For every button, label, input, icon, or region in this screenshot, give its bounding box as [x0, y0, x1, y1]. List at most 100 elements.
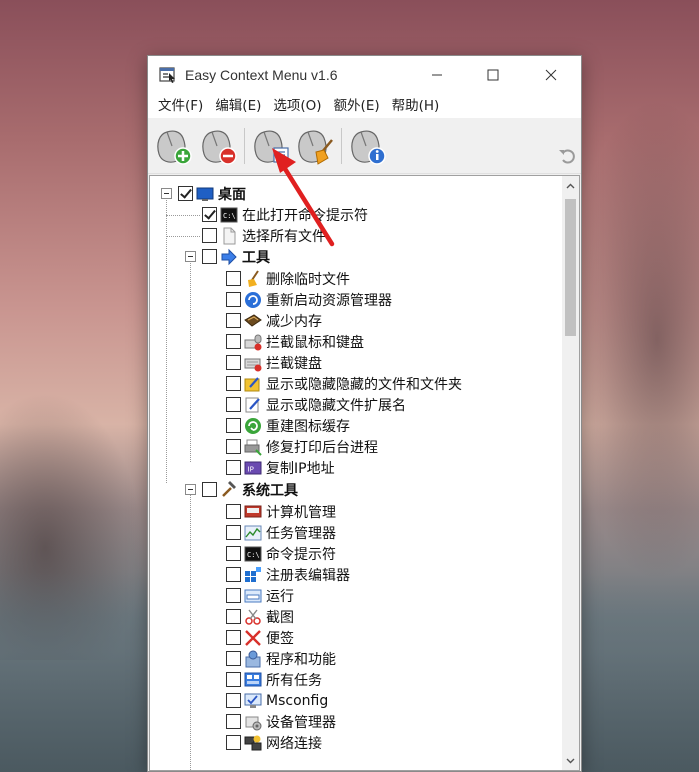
item-checkbox[interactable]: [226, 525, 241, 540]
hammer-icon: [222, 480, 236, 497]
tree-item[interactable]: 截图: [226, 606, 294, 627]
tree-item[interactable]: 设备管理器: [226, 711, 336, 732]
item-checkbox[interactable]: [226, 334, 241, 349]
tree-item[interactable]: Msconfig: [226, 690, 328, 711]
tools-checkbox[interactable]: [202, 249, 217, 264]
tree-item[interactable]: 减少内存: [226, 310, 322, 331]
item-checkbox[interactable]: [226, 588, 241, 603]
tree-item[interactable]: 程序和功能: [226, 648, 336, 669]
item-checkbox[interactable]: [226, 693, 241, 708]
memory-icon: [244, 313, 262, 327]
scroll-up-icon[interactable]: [565, 181, 576, 192]
tree-item[interactable]: 拦截鼠标和键盘: [226, 331, 364, 352]
item-checkbox[interactable]: [226, 418, 241, 433]
item-checkbox[interactable]: [226, 630, 241, 645]
item-checkbox[interactable]: [226, 313, 241, 328]
tree-item[interactable]: 显示或隐藏隐藏的文件和文件夹: [226, 373, 462, 394]
tree-item[interactable]: C:\ 在此打开命令提示符: [202, 204, 368, 225]
tree-item[interactable]: 网络连接: [226, 732, 322, 753]
task-manager-icon: [244, 525, 262, 540]
maximize-button[interactable]: [467, 56, 519, 94]
tree-item[interactable]: 重建图标缓存: [226, 415, 350, 436]
item-checkbox[interactable]: [226, 376, 241, 391]
item-checkbox[interactable]: [226, 546, 241, 561]
item-checkbox[interactable]: [226, 651, 241, 666]
scroll-down-icon[interactable]: [565, 755, 576, 766]
scrollbar-thumb[interactable]: [565, 199, 576, 336]
mouse-add-icon[interactable]: [153, 126, 195, 168]
item-checkbox[interactable]: [226, 504, 241, 519]
tree-item[interactable]: 选择所有文件: [202, 225, 326, 246]
mouse-list-icon[interactable]: [250, 126, 292, 168]
tree-guide: [190, 256, 191, 462]
item-checkbox[interactable]: [202, 207, 217, 222]
item-label: 便签: [266, 630, 294, 647]
item-checkbox[interactable]: [226, 735, 241, 750]
item-checkbox[interactable]: [226, 714, 241, 729]
item-checkbox[interactable]: [226, 439, 241, 454]
item-label: 在此打开命令提示符: [242, 207, 368, 224]
tree-item[interactable]: 所有任务: [226, 669, 322, 690]
menu-options[interactable]: 选项(O): [267, 94, 327, 118]
system-tools-checkbox[interactable]: [202, 482, 217, 497]
tools-expander[interactable]: [185, 251, 196, 262]
system-tools-expander[interactable]: [185, 484, 196, 495]
undo-icon[interactable]: [558, 146, 578, 166]
close-button[interactable]: [525, 56, 577, 94]
menu-help[interactable]: 帮助(H): [386, 94, 446, 118]
tree-item[interactable]: 修复打印后台进程: [226, 436, 378, 457]
printer-icon: [244, 439, 262, 456]
minimize-icon: [432, 74, 442, 76]
item-checkbox[interactable]: [226, 355, 241, 370]
context-menu-tree[interactable]: 桌面 C:\ 在此打开命令提示符 选择所有文件 工具 删除临时文件 重新启动资源…: [149, 175, 580, 771]
item-label: 删除临时文件: [266, 271, 350, 288]
snipping-icon: [245, 609, 261, 625]
tree-group-system-tools[interactable]: 系统工具: [202, 479, 298, 500]
hidden-files-icon: [244, 376, 260, 391]
tree-group-tools[interactable]: 工具: [202, 246, 270, 267]
item-checkbox[interactable]: [226, 397, 241, 412]
tree-item[interactable]: 重新启动资源管理器: [226, 289, 392, 310]
tree-item[interactable]: 计算机管理: [226, 501, 336, 522]
mouse-remove-icon[interactable]: [198, 126, 240, 168]
menu-extra[interactable]: 额外(E): [328, 94, 386, 118]
item-checkbox[interactable]: [226, 292, 241, 307]
desktop-checkbox[interactable]: [178, 186, 193, 201]
item-checkbox[interactable]: [202, 228, 217, 243]
tools-arrow-icon: [221, 248, 237, 265]
item-checkbox[interactable]: [226, 460, 241, 475]
item-checkbox[interactable]: [226, 567, 241, 582]
menu-bar: 文件(F) 编辑(E) 选项(O) 额外(E) 帮助(H): [148, 94, 581, 118]
network-icon: [244, 735, 262, 750]
registry-icon: [245, 566, 261, 582]
tree-item[interactable]: 删除临时文件: [226, 268, 350, 289]
device-manager-icon: [245, 716, 262, 730]
item-checkbox[interactable]: [226, 609, 241, 624]
minimize-button[interactable]: [411, 56, 463, 94]
mouse-broom-icon[interactable]: [294, 126, 336, 168]
menu-file[interactable]: 文件(F): [152, 94, 209, 118]
item-checkbox[interactable]: [226, 672, 241, 687]
tree-item[interactable]: 显示或隐藏文件扩展名: [226, 394, 406, 415]
desktop-expander[interactable]: [161, 188, 172, 199]
tree-item[interactable]: C:\ 命令提示符: [226, 543, 336, 564]
tree-item[interactable]: IP 复制IP地址: [226, 457, 335, 478]
tree-item[interactable]: 注册表编辑器: [226, 564, 350, 585]
keyboard-mouse-icon: [244, 334, 262, 350]
desktop-icon: [196, 187, 214, 201]
item-label: 注册表编辑器: [266, 567, 350, 584]
tree-item[interactable]: 拦截键盘: [226, 352, 322, 373]
tree-item[interactable]: 任务管理器: [226, 522, 336, 543]
title-bar[interactable]: Easy Context Menu v1.6: [148, 56, 581, 94]
tree-group-desktop[interactable]: 桌面: [178, 183, 246, 204]
vertical-scrollbar[interactable]: [562, 176, 579, 770]
mouse-info-icon[interactable]: [347, 126, 389, 168]
menu-edit[interactable]: 编辑(E): [209, 94, 267, 118]
item-checkbox[interactable]: [226, 271, 241, 286]
tree-item[interactable]: 运行: [226, 585, 294, 606]
tree-guide: [190, 490, 191, 770]
tree-item[interactable]: 便签: [226, 627, 294, 648]
sticky-note-icon: [245, 629, 261, 646]
item-label: 截图: [266, 609, 294, 626]
toolbar-separator: [244, 128, 245, 164]
